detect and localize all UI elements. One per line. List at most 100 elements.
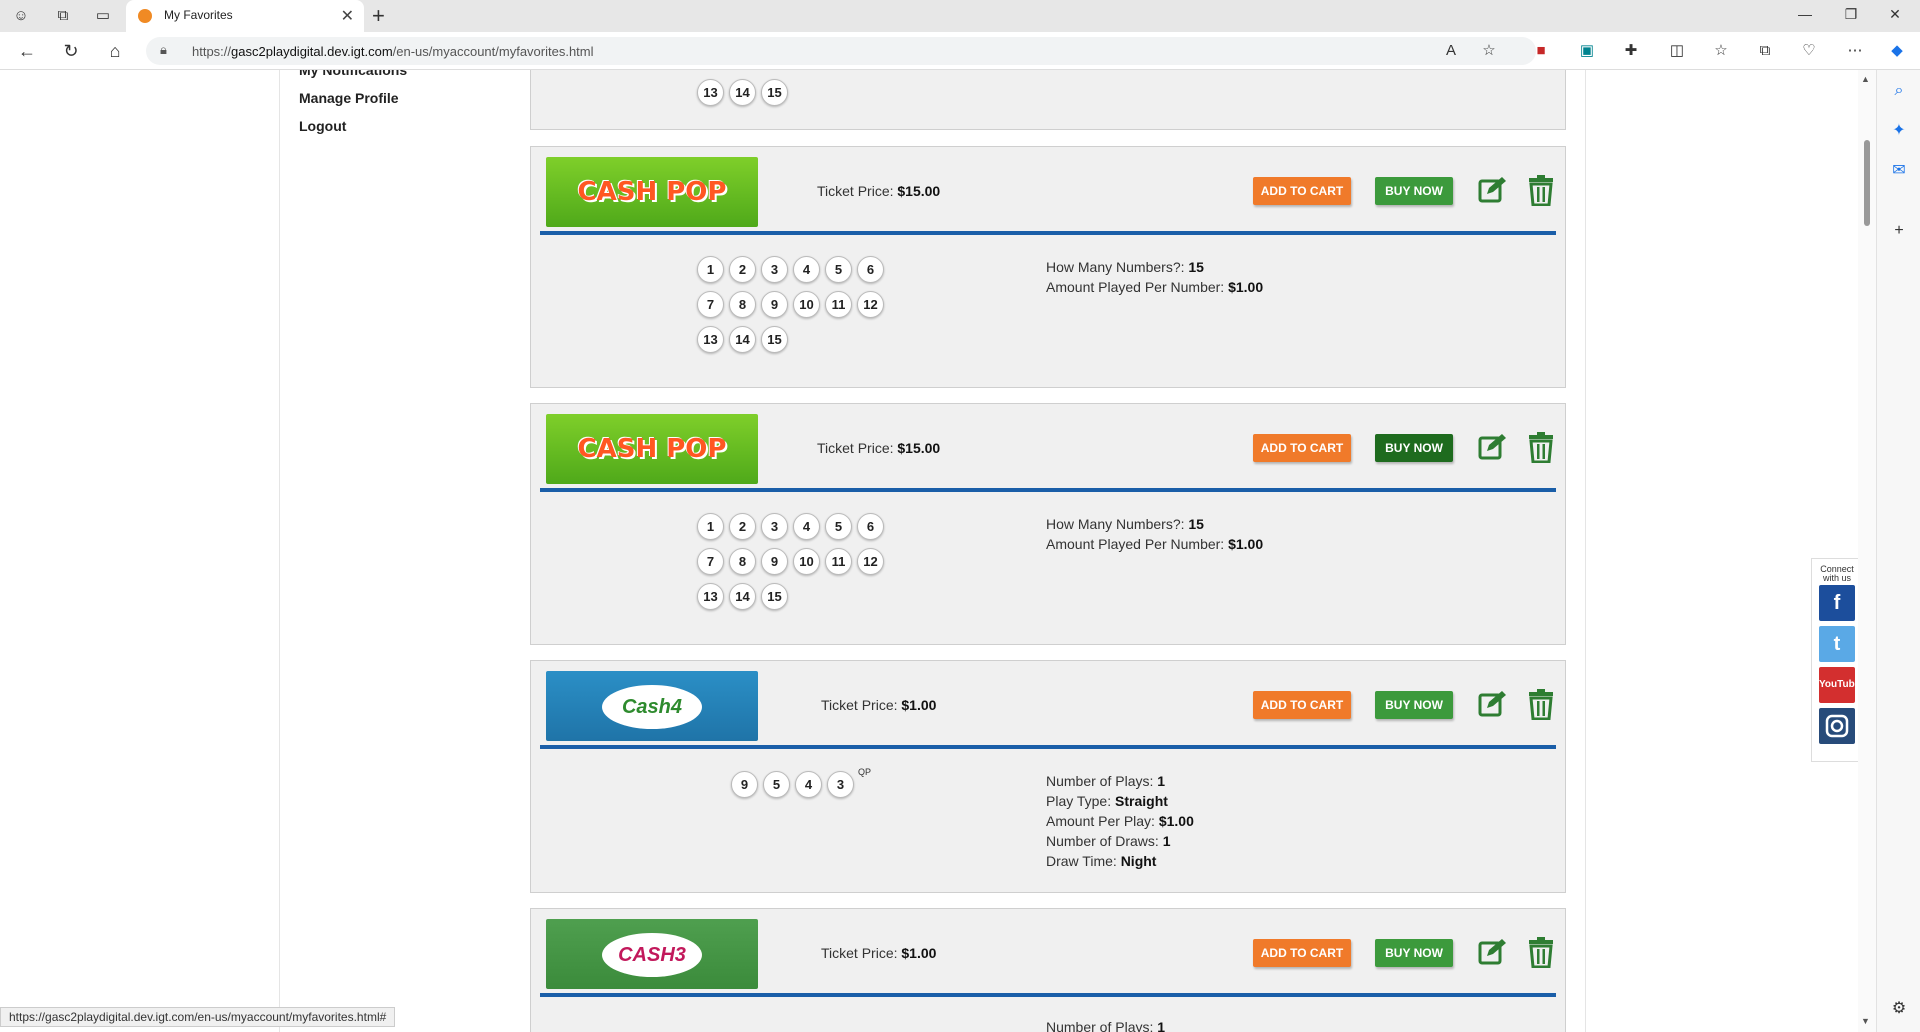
number-ball: 6 bbox=[857, 256, 884, 283]
favorite-card: CASH POP Ticket Price: $15.00 ADD TO CAR… bbox=[530, 146, 1566, 388]
edit-icon[interactable] bbox=[1477, 937, 1507, 967]
browser-essentials-icon[interactable]: ♡ bbox=[1798, 41, 1820, 61]
play-details: Number of Plays: 1 bbox=[1046, 1019, 1166, 1032]
close-tab-icon[interactable]: ✕ bbox=[341, 6, 354, 26]
trash-icon[interactable] bbox=[1527, 431, 1555, 463]
favorites-list: 13 14 15 CASH POP Ticket Price: $15.00 A… bbox=[510, 70, 1586, 1032]
number-ball: 12 bbox=[857, 548, 884, 575]
cash-4-logo: Cash4 bbox=[546, 671, 758, 741]
add-to-cart-button[interactable]: ADD TO CART bbox=[1253, 939, 1351, 967]
add-sidebar-app-icon[interactable]: + bbox=[1888, 220, 1910, 242]
number-ball: 15 bbox=[761, 79, 788, 106]
number-ball: 10 bbox=[793, 548, 820, 575]
favorites-icon[interactable]: ☆ bbox=[1710, 41, 1732, 61]
page-scrollbar[interactable]: ▲ ▼ bbox=[1858, 70, 1876, 1032]
add-to-cart-button[interactable]: ADD TO CART bbox=[1253, 691, 1351, 719]
play-details: Number of Plays: 1 Play Type: Straight A… bbox=[1046, 773, 1194, 869]
minimize-icon[interactable]: — bbox=[1790, 6, 1820, 22]
favorite-card: CASH POP Ticket Price: $15.00 ADD TO CAR… bbox=[530, 403, 1566, 645]
more-options-icon[interactable]: ⋯ bbox=[1844, 41, 1866, 61]
card-divider bbox=[540, 993, 1556, 997]
add-to-cart-button[interactable]: ADD TO CART bbox=[1253, 177, 1351, 205]
trash-icon[interactable] bbox=[1527, 688, 1555, 720]
twitter-icon[interactable]: t bbox=[1819, 626, 1855, 662]
number-ball: 11 bbox=[825, 291, 852, 318]
card-divider bbox=[540, 231, 1556, 235]
edit-icon[interactable] bbox=[1477, 175, 1507, 205]
new-tab-icon[interactable]: + bbox=[372, 3, 385, 29]
outlook-icon[interactable]: ✉ bbox=[1888, 160, 1910, 182]
tab-actions-icon[interactable]: ▭ bbox=[92, 5, 114, 27]
number-ball: 1 bbox=[697, 256, 724, 283]
restore-icon[interactable]: ❐ bbox=[1836, 6, 1866, 23]
menu-logout[interactable]: Logout bbox=[299, 118, 346, 134]
address-toolbar: ← ↻ ⌂ 🔒︎ https://gasc2playdigital.dev.ig… bbox=[0, 32, 1920, 70]
favorite-card: Cash4 Ticket Price: $1.00 ADD TO CART BU… bbox=[530, 660, 1566, 893]
edit-icon[interactable] bbox=[1477, 689, 1507, 719]
trash-icon[interactable] bbox=[1527, 936, 1555, 968]
social-connect-widget: Connect with us f t YouTube bbox=[1811, 558, 1858, 762]
collections-icon[interactable]: ⧉ bbox=[1754, 41, 1776, 61]
number-ball: 2 bbox=[729, 256, 756, 283]
read-aloud-icon[interactable]: A bbox=[1440, 41, 1462, 61]
back-icon[interactable]: ← bbox=[14, 39, 40, 63]
cash-pop-logo: CASH POP bbox=[546, 414, 758, 484]
number-ball: 14 bbox=[729, 583, 756, 610]
page-left-margin bbox=[0, 70, 280, 1032]
cash-3-logo: CASH3 bbox=[546, 919, 758, 989]
site-favicon-icon bbox=[138, 9, 152, 23]
edit-icon[interactable] bbox=[1477, 432, 1507, 462]
search-icon[interactable]: ⌕ bbox=[1888, 80, 1910, 102]
ticket-price: Ticket Price: $15.00 bbox=[817, 440, 941, 456]
number-ball: 3 bbox=[761, 513, 788, 540]
number-ball: 10 bbox=[793, 291, 820, 318]
extension-teal-icon[interactable]: ▣ bbox=[1576, 41, 1598, 61]
buy-now-button[interactable]: BUY NOW bbox=[1375, 177, 1453, 205]
play-details: How Many Numbers?: 15 Amount Played Per … bbox=[1046, 259, 1264, 295]
refresh-icon[interactable]: ↻ bbox=[58, 39, 84, 63]
play-details: How Many Numbers?: 15 Amount Played Per … bbox=[1046, 516, 1264, 552]
home-icon[interactable]: ⌂ bbox=[102, 39, 128, 63]
number-ball: 8 bbox=[729, 548, 756, 575]
account-menu: My Notifications Manage Profile Logout bbox=[280, 70, 510, 1032]
extension-red-icon[interactable]: ■ bbox=[1530, 41, 1552, 61]
profile-avatar-icon[interactable]: ☺ bbox=[10, 5, 32, 27]
number-ball: 2 bbox=[729, 513, 756, 540]
close-window-icon[interactable]: ✕ bbox=[1880, 6, 1910, 23]
trash-icon[interactable] bbox=[1527, 174, 1555, 206]
number-ball: 9 bbox=[731, 771, 758, 798]
buy-now-button[interactable]: BUY NOW bbox=[1375, 691, 1453, 719]
copilot-sidebar-icon[interactable]: ✦ bbox=[1888, 120, 1910, 142]
scroll-thumb[interactable] bbox=[1864, 140, 1870, 226]
number-ball: 4 bbox=[793, 256, 820, 283]
copilot-icon[interactable]: ◆ bbox=[1886, 41, 1908, 61]
number-ball: 14 bbox=[729, 326, 756, 353]
buy-now-button[interactable]: BUY NOW bbox=[1375, 939, 1453, 967]
scroll-down-icon[interactable]: ▼ bbox=[1861, 1016, 1870, 1026]
menu-my-notifications[interactable]: My Notifications bbox=[299, 70, 407, 78]
buy-now-button[interactable]: BUY NOW bbox=[1375, 434, 1453, 462]
sidebar-settings-icon[interactable]: ⚙ bbox=[1888, 998, 1910, 1020]
menu-manage-profile[interactable]: Manage Profile bbox=[299, 90, 399, 106]
number-ball: 9 bbox=[761, 548, 788, 575]
cash-pop-logo: CASH POP bbox=[546, 157, 758, 227]
number-ball: 5 bbox=[825, 256, 852, 283]
number-ball: 12 bbox=[857, 291, 884, 318]
number-ball: 15 bbox=[761, 326, 788, 353]
address-bar[interactable]: 🔒︎ https://gasc2playdigital.dev.igt.com/… bbox=[146, 37, 1536, 65]
number-ball: 4 bbox=[793, 513, 820, 540]
split-screen-icon[interactable]: ◫ bbox=[1666, 41, 1688, 61]
add-to-cart-button[interactable]: ADD TO CART bbox=[1253, 434, 1351, 462]
facebook-icon[interactable]: f bbox=[1819, 585, 1855, 621]
card-divider bbox=[540, 745, 1556, 749]
extensions-icon[interactable]: ✚ bbox=[1620, 41, 1642, 61]
workspaces-icon[interactable]: ⧉ bbox=[52, 5, 74, 27]
scroll-up-icon[interactable]: ▲ bbox=[1861, 74, 1870, 84]
instagram-icon[interactable] bbox=[1819, 708, 1855, 744]
card-divider bbox=[540, 488, 1556, 492]
favorite-star-icon[interactable]: ☆ bbox=[1478, 41, 1500, 61]
tab-my-favorites[interactable]: My Favorites ✕ bbox=[126, 0, 364, 32]
lock-icon[interactable]: 🔒︎ bbox=[160, 42, 167, 58]
youtube-icon[interactable]: YouTube bbox=[1819, 667, 1858, 703]
social-title: Connect with us bbox=[1820, 564, 1854, 583]
